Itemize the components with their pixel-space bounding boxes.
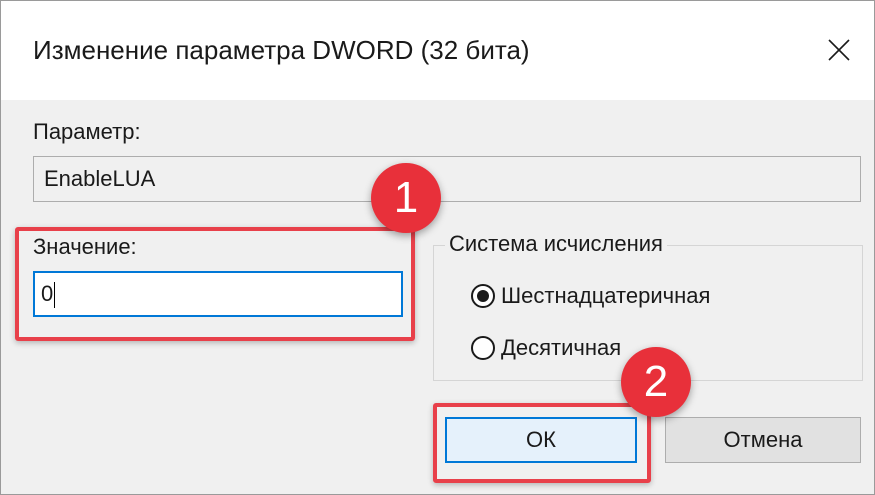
dialog-title: Изменение параметра DWORD (32 бита): [33, 35, 530, 65]
radio-button-checked[interactable]: [471, 284, 495, 308]
radio-decimal[interactable]: Десятичная: [471, 335, 621, 361]
dword-edit-dialog: Изменение параметра DWORD (32 бита) Пара…: [0, 0, 875, 495]
radio-decimal-label: Десятичная: [501, 335, 622, 360]
title-bar: Изменение параметра DWORD (32 бита): [1, 1, 874, 100]
close-icon: [828, 39, 850, 61]
radio-hexadecimal[interactable]: Шестнадцатеричная: [471, 283, 710, 309]
radio-dot: [477, 290, 489, 302]
ok-button[interactable]: ОК: [445, 417, 637, 463]
value-input[interactable]: 0: [33, 271, 403, 317]
parameter-name-field: EnableLUA: [33, 156, 861, 202]
radio-hexadecimal-label: Шестнадцатеричная: [501, 283, 711, 308]
value-label: Значение:: [33, 234, 137, 259]
parameter-label: Параметр:: [33, 119, 141, 144]
text-caret: [54, 282, 56, 309]
value-input-text: 0: [41, 281, 54, 306]
number-system-legend: Система исчисления: [445, 231, 667, 257]
radio-button-unchecked[interactable]: [471, 336, 495, 360]
close-button[interactable]: [810, 21, 868, 79]
cancel-button[interactable]: Отмена: [665, 417, 861, 463]
